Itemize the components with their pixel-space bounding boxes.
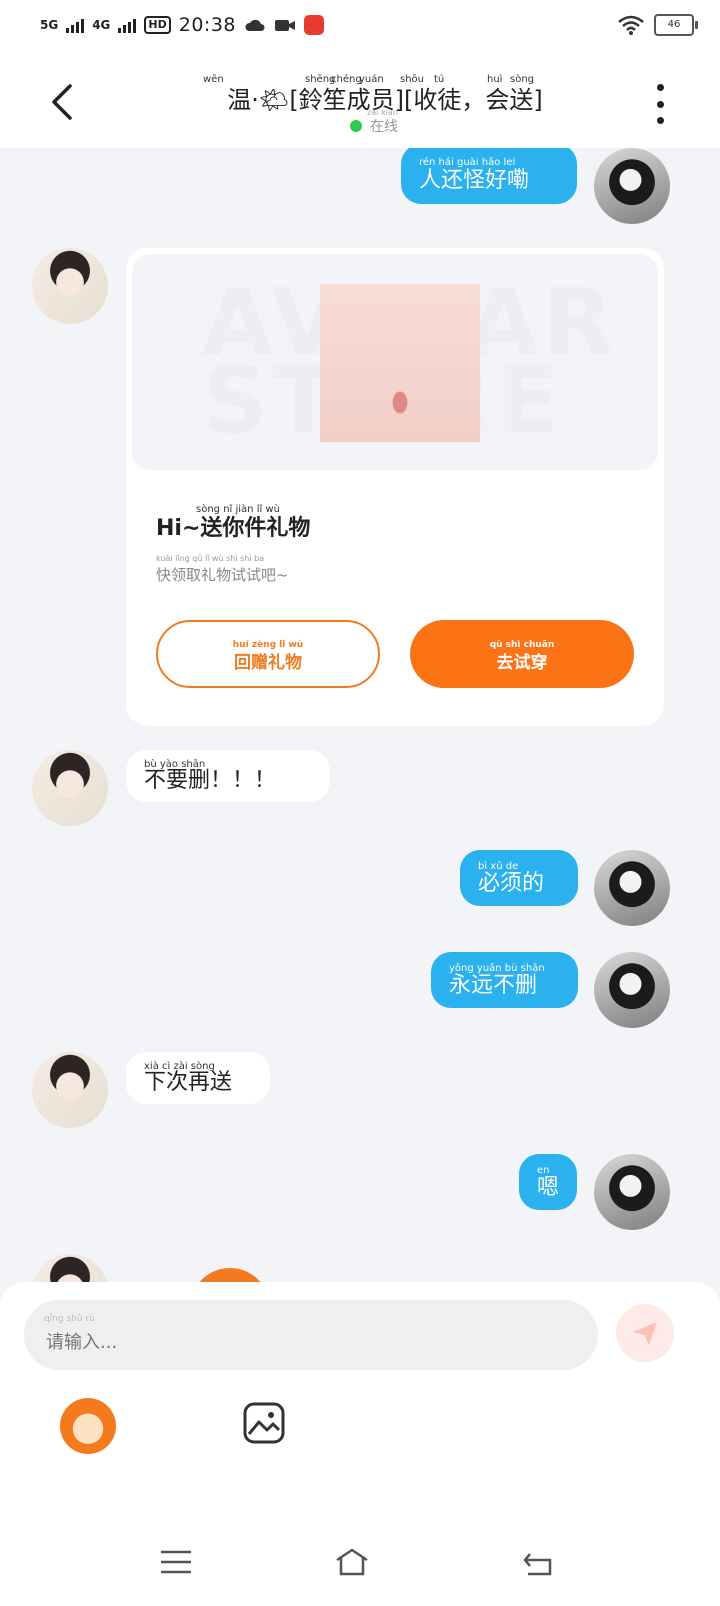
online-dot-icon	[350, 120, 362, 132]
system-nav-bar	[0, 1522, 720, 1606]
home-icon[interactable]	[334, 1544, 370, 1580]
online-text: 在线	[370, 119, 398, 135]
network-label-1: 5G	[40, 18, 59, 32]
message-pinyin: rén hái guài hǎo lei	[419, 157, 516, 168]
message-input[interactable]	[44, 1306, 568, 1378]
message-text: 人还怪好嘞	[419, 168, 530, 193]
gift-subtitle: 快领取礼物试试吧~	[156, 566, 289, 584]
status-right: 46	[618, 14, 698, 36]
message-pinyin: bù yào shān	[144, 759, 206, 770]
message-bubble[interactable]: yǒng yuǎn bù shān 永远不删	[431, 952, 578, 1008]
message-text: 嗯	[537, 1175, 560, 1200]
message-text: 永远不删	[449, 973, 538, 998]
gift-back-label: 回赠礼物	[234, 652, 302, 673]
my-avatar[interactable]	[594, 952, 670, 1028]
gift-subtitle-pinyin: kuài lǐng qǔ lǐ wù shì shì ba	[156, 554, 265, 563]
gift-title: Hi~送你件礼物	[156, 516, 311, 541]
message-pinyin: en	[537, 1165, 550, 1176]
signal-icon-2	[118, 17, 137, 33]
send-icon	[633, 1322, 657, 1345]
try-on-button[interactable]: qù shì chuān 去试穿	[410, 620, 634, 688]
friend-avatar[interactable]	[32, 248, 108, 324]
message-bubble[interactable]: en 嗯	[519, 1154, 577, 1210]
try-on-pinyin: qù shì chuān	[489, 640, 555, 650]
message-pinyin: yǒng yuǎn bù shān	[449, 963, 545, 974]
cloud-icon	[245, 19, 265, 31]
sticker-image[interactable]	[190, 1268, 270, 1282]
message-text: 下次再送	[144, 1070, 233, 1095]
message-pinyin: bì xū de	[478, 861, 519, 872]
message-text: 必须的	[478, 871, 545, 896]
gift-back-pinyin: huí zèng lǐ wù	[232, 640, 304, 650]
online-status: 在线	[350, 116, 398, 136]
friend-avatar[interactable]	[32, 750, 108, 826]
message-bubble[interactable]: bù yào shān 不要删！！！	[126, 750, 330, 802]
chat-header: wēn shēng chéng yuán shōu tú huì sòng 温·…	[0, 56, 720, 148]
wifi-icon	[618, 15, 644, 35]
message-text: 不要删！！！	[144, 768, 277, 793]
status-left: 5G 4G HD 20:38	[40, 14, 325, 36]
send-button[interactable]	[616, 1304, 674, 1362]
gift-item-image[interactable]	[320, 284, 480, 442]
composer: qǐng shū rù	[0, 1282, 720, 1522]
message-bubble[interactable]: rén hái guài hǎo lei 人还怪好嘞	[401, 148, 577, 204]
video-icon	[275, 20, 296, 31]
friend-avatar[interactable]	[32, 1254, 108, 1282]
back-nav-icon[interactable]	[520, 1544, 556, 1580]
gift-back-button[interactable]: huí zèng lǐ wù 回赠礼物	[156, 620, 380, 688]
signal-icon	[66, 17, 85, 33]
my-avatar[interactable]	[594, 1154, 670, 1230]
chat-list[interactable]: rén hái guài hǎo lei 人还怪好嘞 AVATAR STORE …	[0, 148, 720, 1282]
input-placeholder-pinyin: qǐng shū rù	[44, 1314, 95, 1324]
message-input-box[interactable]: qǐng shū rù	[24, 1300, 598, 1378]
network-label-2: 4G	[92, 18, 111, 32]
hd-icon: HD	[144, 16, 171, 34]
emoji-icon[interactable]	[60, 1398, 116, 1454]
clock: 20:38	[178, 14, 237, 36]
try-on-label: 去试穿	[496, 652, 548, 673]
app-notification-icon	[304, 15, 325, 35]
menu-icon[interactable]	[158, 1544, 194, 1580]
back-icon[interactable]	[48, 82, 78, 122]
battery-icon: 46	[654, 14, 698, 36]
message-bubble[interactable]: bì xū de 必须的	[460, 850, 578, 906]
gift-image-area: AVATAR STORE	[132, 254, 658, 470]
gift-card: AVATAR STORE sòng nǐ jiàn lǐ wù Hi~送你件礼物…	[126, 248, 664, 726]
message-bubble[interactable]: xià cì zài sòng 下次再送	[126, 1052, 270, 1104]
image-icon[interactable]	[243, 1402, 285, 1444]
my-avatar[interactable]	[594, 850, 670, 926]
more-icon[interactable]	[650, 84, 670, 124]
status-bar: 5G 4G HD 20:38 46	[0, 0, 720, 56]
my-avatar[interactable]	[594, 148, 670, 224]
message-pinyin: xià cì zài sòng	[144, 1061, 215, 1072]
friend-avatar[interactable]	[32, 1052, 108, 1128]
